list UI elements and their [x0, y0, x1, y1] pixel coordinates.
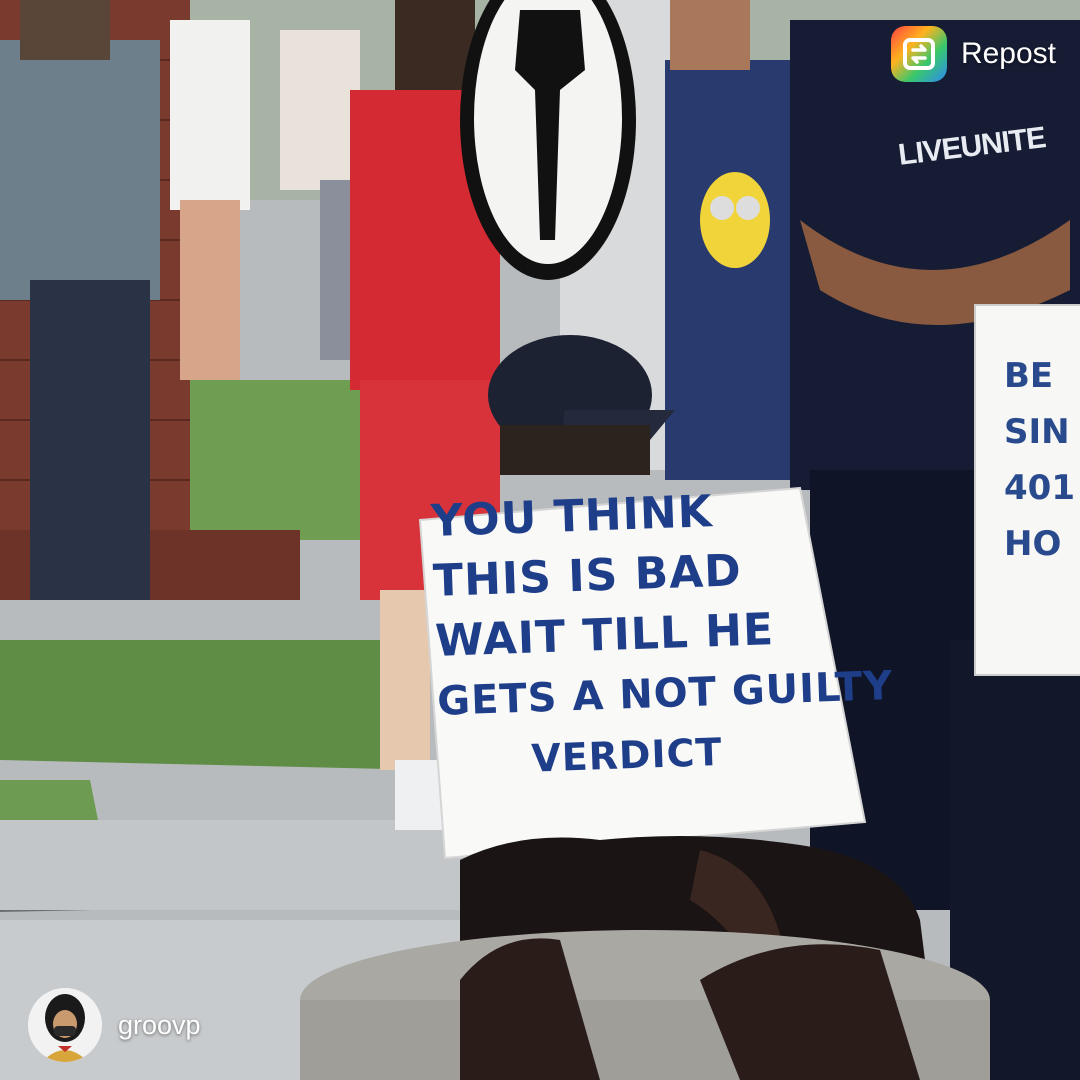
partial-sign-line: SIN — [1004, 412, 1070, 452]
partial-sign-line: HO — [1004, 524, 1062, 564]
repost-badge: Repost — [890, 26, 1056, 82]
partial-sign-line: 401 — [1004, 468, 1075, 508]
post-image: LIVEUNITE You think this is bad wait til… — [0, 0, 1080, 1080]
username[interactable]: groovp — [118, 1010, 201, 1041]
repost-icon — [890, 26, 947, 82]
profile-avatar-icon[interactable] — [28, 988, 102, 1062]
partial-sign-text: BE SIN 401 HO — [1004, 348, 1075, 572]
protest-sign-text: You think this is bad wait till he gets … — [430, 477, 894, 791]
repost-label: Repost — [960, 37, 1056, 70]
partial-sign-line: BE — [1004, 356, 1054, 396]
attribution[interactable]: groovp — [28, 988, 201, 1062]
